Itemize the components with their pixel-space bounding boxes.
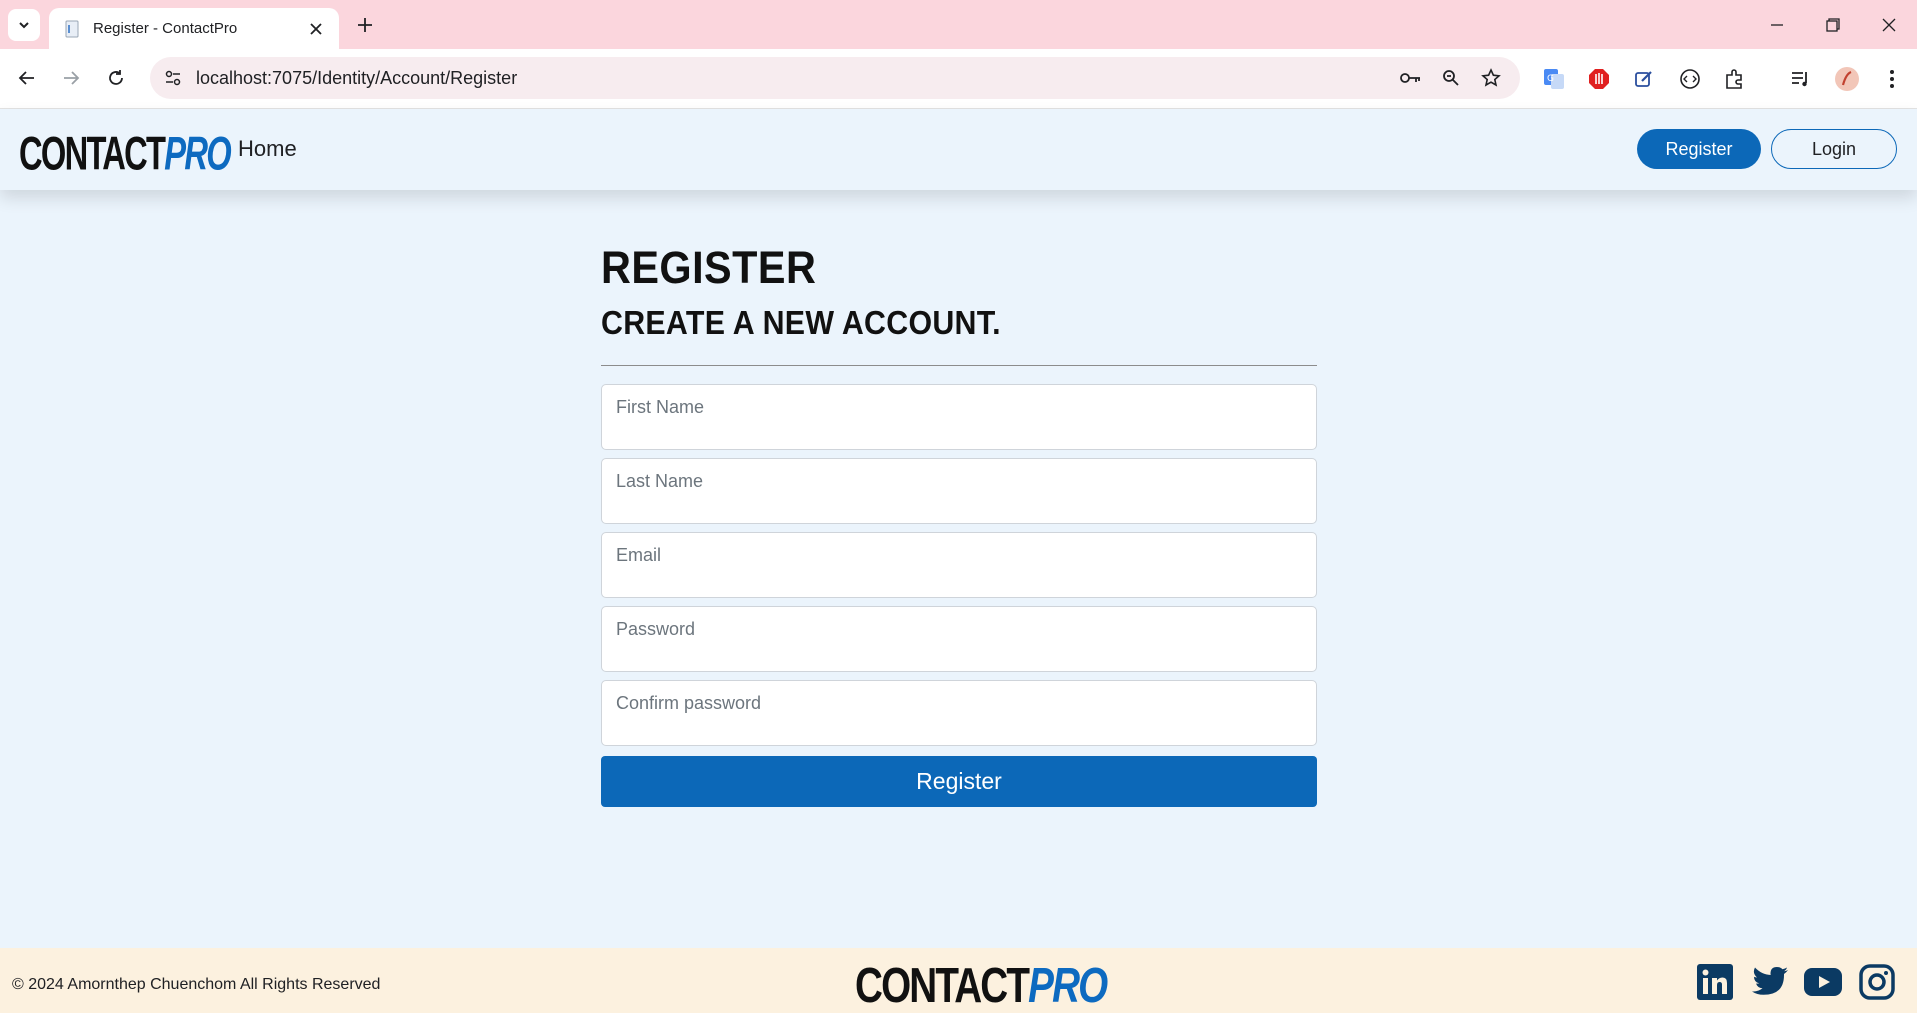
page-title: REGISTER — [601, 242, 817, 293]
site-settings-icon[interactable] — [158, 63, 188, 93]
footer-logo-pro-text: PRO — [1028, 957, 1108, 1013]
chevron-down-icon — [19, 22, 29, 29]
reload-icon[interactable] — [101, 63, 131, 93]
twitter-icon[interactable] — [1751, 963, 1789, 1001]
instagram-icon[interactable] — [1858, 963, 1896, 1001]
close-window-icon[interactable] — [1874, 10, 1904, 40]
logo-contact-text: CONTACT — [19, 128, 166, 181]
browser-toolbar: localhost:7075/Identity/Account/Register… — [0, 49, 1917, 109]
header-register-button[interactable]: Register — [1637, 129, 1761, 169]
svg-text:G: G — [1547, 74, 1554, 84]
close-tab-icon[interactable] — [305, 18, 327, 40]
more-menu-icon[interactable] — [1877, 64, 1907, 94]
register-submit-button[interactable]: Register — [601, 756, 1317, 807]
document-favicon-icon — [63, 20, 81, 38]
code-extension-icon[interactable] — [1675, 64, 1705, 94]
first-name-label: First Name — [616, 397, 705, 417]
copyright-text: © 2024 Amornthep Chuenchom All Rights Re… — [12, 976, 381, 993]
bookmark-star-icon[interactable] — [1476, 63, 1506, 93]
password-label: Password — [616, 619, 696, 639]
header-login-button[interactable]: Login — [1771, 129, 1897, 169]
footer-logo[interactable]: CONTACTPRO — [855, 957, 1108, 1013]
email-label: Email — [616, 545, 662, 565]
last-name-label: Last Name — [616, 471, 704, 491]
minimize-icon[interactable] — [1762, 10, 1792, 40]
new-tab-icon[interactable] — [352, 12, 378, 38]
contactpro-logo[interactable]: CONTACTPRO — [19, 128, 232, 182]
forward-icon[interactable] — [56, 63, 86, 93]
first-name-field[interactable]: First Name — [601, 384, 1317, 450]
password-key-icon[interactable] — [1396, 63, 1426, 93]
nav-home-link[interactable]: Home — [238, 136, 297, 162]
back-icon[interactable] — [12, 63, 42, 93]
address-bar[interactable]: localhost:7075/Identity/Account/Register — [150, 57, 1520, 99]
linkedin-icon[interactable] — [1696, 963, 1734, 1001]
tab-search-button[interactable] — [8, 9, 40, 41]
browser-tab[interactable]: Register - ContactPro — [49, 8, 339, 49]
youtube-icon[interactable] — [1804, 963, 1842, 1001]
site-header: CONTACTPRO Home Register Login — [0, 109, 1917, 190]
divider — [601, 365, 1317, 366]
footer-logo-contact-text: CONTACT — [855, 957, 1030, 1013]
email-field[interactable]: Email — [601, 532, 1317, 598]
google-translate-icon[interactable]: G — [1539, 64, 1569, 94]
last-name-field[interactable]: Last Name — [601, 458, 1317, 524]
extensions-puzzle-icon[interactable] — [1720, 64, 1750, 94]
zoom-icon[interactable] — [1436, 63, 1466, 93]
register-form: REGISTER CREATE A NEW ACCOUNT. First Nam… — [601, 240, 1317, 807]
confirm-password-field[interactable]: Confirm password — [601, 680, 1317, 746]
adblock-icon[interactable] — [1584, 64, 1614, 94]
page-subtitle: CREATE A NEW ACCOUNT. — [601, 304, 1001, 341]
edit-extension-icon[interactable] — [1629, 64, 1659, 94]
restore-icon[interactable] — [1818, 10, 1848, 40]
tab-title: Register - ContactPro — [93, 20, 238, 37]
logo-pro-text: PRO — [164, 128, 231, 181]
confirm-password-label: Confirm password — [616, 693, 762, 713]
browser-tab-bar: Register - ContactPro — [0, 0, 1917, 49]
url-text: localhost:7075/Identity/Account/Register — [196, 68, 518, 88]
profile-avatar-icon[interactable] — [1832, 64, 1862, 94]
media-queue-icon[interactable] — [1786, 64, 1816, 94]
site-footer: © 2024 Amornthep Chuenchom All Rights Re… — [0, 948, 1917, 1013]
password-field[interactable]: Password — [601, 606, 1317, 672]
